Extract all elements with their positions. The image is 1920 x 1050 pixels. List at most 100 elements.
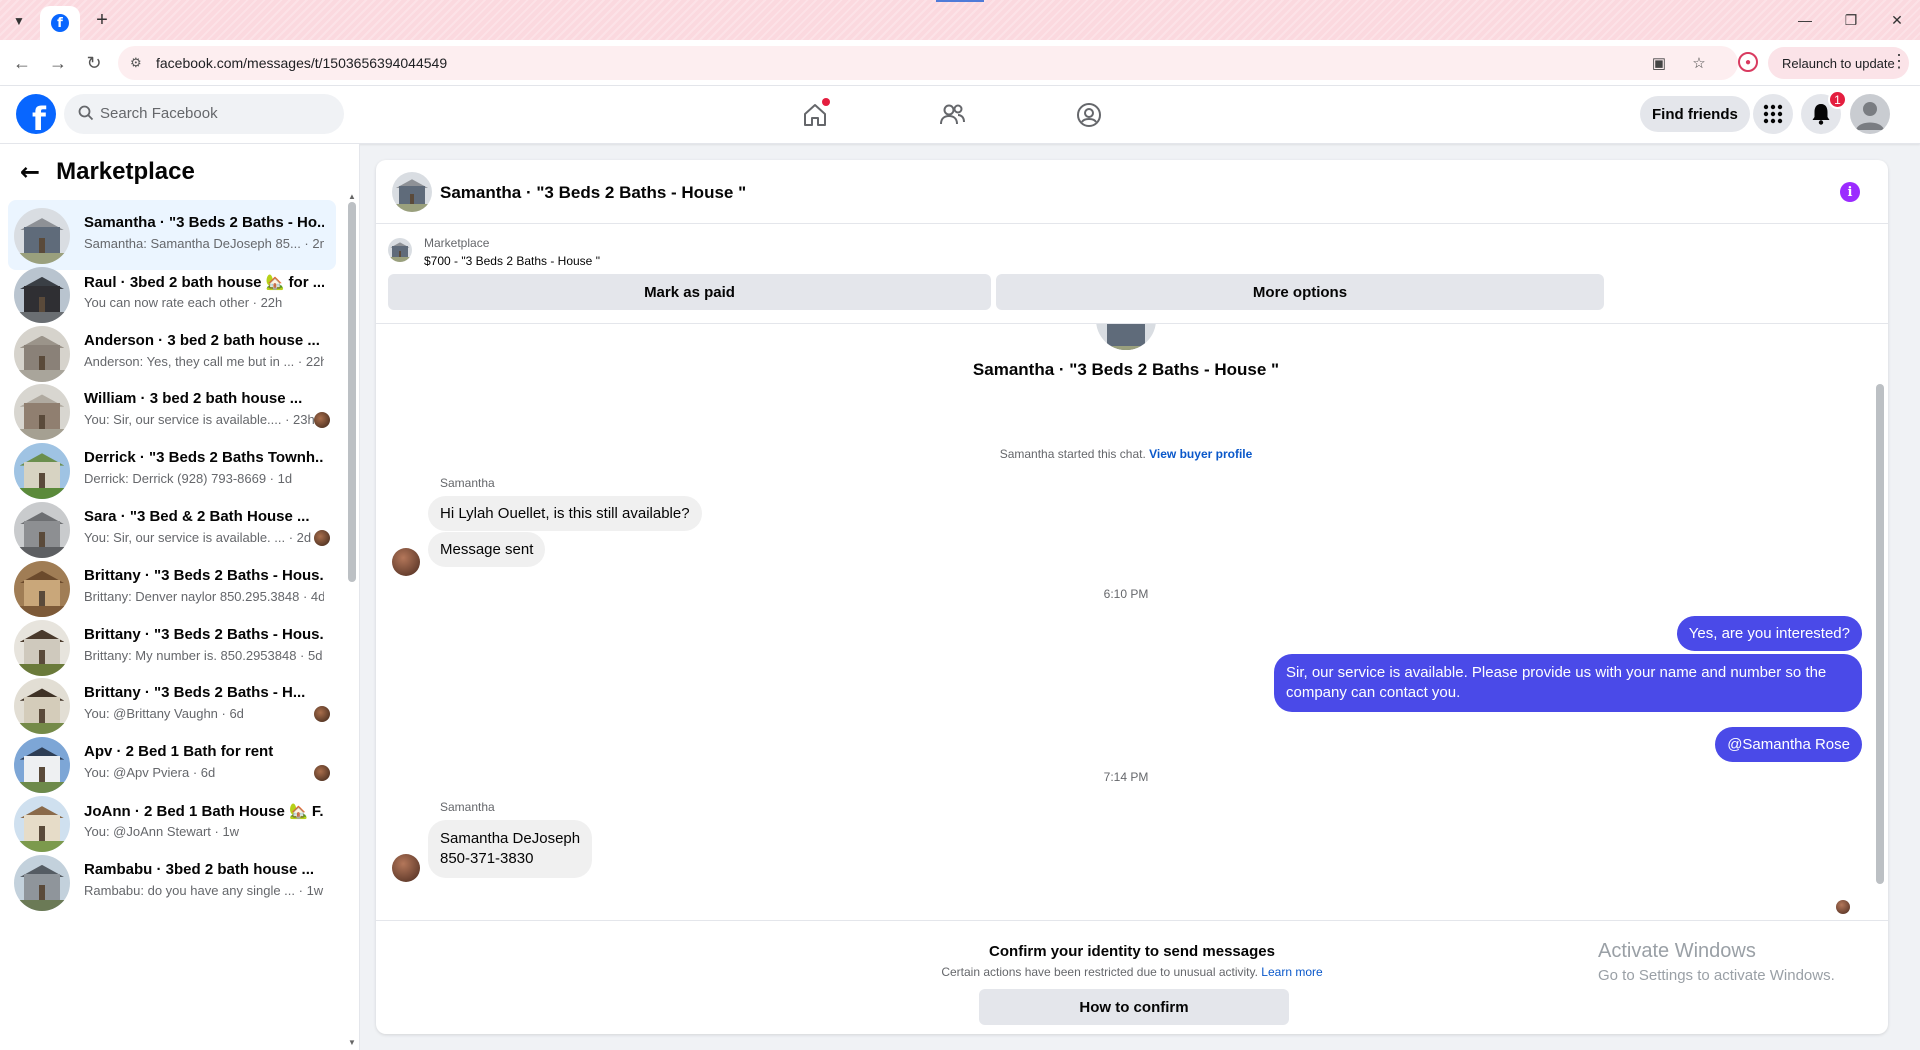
find-friends-label: Find friends bbox=[1652, 105, 1738, 123]
samantha-avatar[interactable] bbox=[392, 548, 420, 576]
learn-more-link[interactable]: Learn more bbox=[1261, 965, 1322, 979]
outgoing-message[interactable]: Yes, are you interested? bbox=[1676, 616, 1862, 651]
bookmark-star-icon[interactable]: ☆ bbox=[1688, 53, 1710, 73]
confirm-subtitle-text: Certain actions have been restricted due… bbox=[941, 965, 1258, 979]
listing-thumbnail bbox=[14, 560, 70, 617]
house-thumbnail-image bbox=[14, 208, 70, 264]
samantha-avatar[interactable] bbox=[392, 854, 420, 882]
incoming-message[interactable]: Samantha DeJoseph 850-371-3830 bbox=[428, 820, 593, 878]
find-friends-button[interactable]: Find friends bbox=[1640, 96, 1750, 132]
friends-nav-icon[interactable] bbox=[935, 98, 969, 132]
chrome-profile-icon[interactable]: ● bbox=[1738, 52, 1758, 72]
menu-grid-icon[interactable] bbox=[1753, 94, 1793, 134]
chat-panel: Samantha · "3 Beds 2 Baths - House " i M… bbox=[376, 160, 1888, 1034]
listing-thumbnail[interactable] bbox=[388, 238, 412, 262]
incoming-message[interactable]: Hi Lylah Ouellet, is this still availabl… bbox=[428, 496, 702, 531]
message-thread[interactable]: Samantha · "3 Beds 2 Baths - House " Sam… bbox=[376, 324, 1888, 920]
back-arrow-icon[interactable]: ← bbox=[10, 51, 34, 75]
tab-search-chevron-icon[interactable]: ▼ bbox=[8, 10, 30, 32]
watermark-line-2: Go to Settings to activate Windows. bbox=[1598, 967, 1835, 984]
relaunch-label: Relaunch to update bbox=[1782, 55, 1895, 71]
house-thumbnail-image bbox=[1096, 324, 1156, 350]
marketplace-listing-bar: Marketplace $700 - "3 Beds 2 Baths - Hou… bbox=[376, 224, 1888, 324]
listing-thumbnail bbox=[14, 443, 70, 500]
activate-windows-watermark: Activate Windows Go to Settings to activ… bbox=[1598, 940, 1835, 984]
how-to-confirm-button[interactable]: How to confirm bbox=[979, 989, 1289, 1025]
listing-price[interactable]: $700 - "3 Beds 2 Baths - House " bbox=[424, 254, 600, 268]
conversation-preview: Samantha: Samantha DeJoseph 85... · 2m bbox=[84, 236, 324, 251]
address-bar[interactable]: ⚙ facebook.com/messages/t/15036563940445… bbox=[118, 46, 1738, 80]
conversation-preview: Brittany: My number is. 850.2953848 · 5d bbox=[84, 647, 323, 663]
conversation-item[interactable]: Rambabu · 3bed 2 bath house ... Rambabu: … bbox=[8, 847, 336, 917]
conversation-title: Samantha · "3 Beds 2 Baths - Ho... bbox=[84, 214, 324, 231]
back-arrow-icon[interactable]: ← bbox=[20, 158, 40, 186]
scroll-down-arrow-icon[interactable]: ▼ bbox=[348, 1038, 356, 1047]
reload-icon[interactable]: ↻ bbox=[82, 51, 106, 75]
browser-tab-facebook[interactable]: f bbox=[40, 6, 80, 40]
listing-thumbnail bbox=[14, 208, 70, 264]
mark-as-paid-label: Mark as paid bbox=[644, 283, 735, 301]
search-facebook-input[interactable]: Search Facebook bbox=[64, 94, 344, 134]
conversation-title: Raul · 3bed 2 bath house 🏡 for ... bbox=[84, 273, 324, 291]
message-line: Samantha DeJoseph bbox=[440, 830, 581, 847]
conversation-title: Derrick · "3 Beds 2 Baths Townh... bbox=[84, 449, 324, 467]
chrome-menu-icon[interactable]: ⋮ bbox=[1890, 51, 1908, 72]
more-options-button[interactable]: More options bbox=[996, 274, 1604, 310]
read-receipt-avatar bbox=[314, 530, 330, 546]
groups-nav-icon[interactable] bbox=[1072, 98, 1106, 132]
close-window-icon[interactable]: ✕ bbox=[1882, 8, 1912, 32]
restore-icon[interactable]: ❐ bbox=[1836, 8, 1866, 32]
notification-count-badge: 1 bbox=[1828, 90, 1847, 109]
house-thumbnail-image bbox=[14, 737, 70, 794]
new-tab-plus-icon[interactable]: + bbox=[90, 8, 114, 32]
conversation-preview: You can now rate each other · 22h bbox=[84, 294, 283, 310]
search-placeholder: Search Facebook bbox=[100, 105, 218, 122]
conversation-preview: You: Sir, our service is available.... ·… bbox=[84, 412, 315, 428]
read-receipt-avatar bbox=[314, 765, 330, 782]
house-thumbnail-image bbox=[14, 619, 70, 676]
mark-as-paid-button[interactable]: Mark as paid bbox=[388, 274, 991, 310]
read-receipt-avatar bbox=[314, 706, 330, 723]
conversation-title: Apv · 2 Bed 1 Bath for rent bbox=[84, 743, 274, 761]
conversation-title: Sara · "3 Bed & 2 Bath House ... bbox=[84, 508, 310, 525]
how-to-confirm-label: How to confirm bbox=[1079, 998, 1189, 1016]
listing-thumbnail bbox=[14, 325, 70, 382]
home-nav-icon[interactable] bbox=[798, 98, 832, 132]
chat-title[interactable]: Samantha · "3 Beds 2 Baths - House " bbox=[440, 183, 746, 203]
conversation-title: William · 3 bed 2 bath house ... bbox=[84, 390, 303, 408]
read-receipt-avatar bbox=[314, 412, 330, 429]
facebook-top-nav: f Search Facebook Find friends 1 bbox=[0, 86, 1920, 144]
site-info-icon[interactable]: ⚙ bbox=[130, 55, 146, 71]
view-buyer-profile-link[interactable]: View buyer profile bbox=[1149, 447, 1252, 461]
marketplace-header: ← Marketplace bbox=[20, 158, 195, 186]
conversation-title: Brittany · "3 Beds 2 Baths - Hous... bbox=[84, 625, 324, 643]
sidebar-scrollbar[interactable] bbox=[348, 202, 356, 582]
forward-arrow-icon[interactable]: → bbox=[46, 51, 70, 75]
listing-thumbnail bbox=[14, 796, 70, 852]
facebook-logo-icon[interactable]: f bbox=[16, 94, 56, 134]
minimize-icon[interactable]: — bbox=[1790, 8, 1820, 32]
chat-header: Samantha · "3 Beds 2 Baths - House " i bbox=[376, 160, 1888, 224]
sender-name: Samantha bbox=[440, 800, 495, 814]
conversation-preview: Anderson: Yes, they call me but in ... ·… bbox=[84, 353, 324, 369]
chat-listing-thumbnail[interactable] bbox=[392, 172, 432, 212]
home-notification-dot bbox=[822, 98, 830, 106]
account-avatar[interactable] bbox=[1850, 94, 1890, 134]
incoming-message[interactable]: Message sent bbox=[428, 532, 546, 567]
conversation-title: Rambabu · 3bed 2 bath house ... bbox=[84, 860, 315, 878]
info-icon[interactable]: i bbox=[1840, 182, 1860, 202]
relaunch-to-update-button[interactable]: Relaunch to update bbox=[1768, 47, 1909, 79]
loading-indicator bbox=[936, 0, 984, 2]
conversation-title: JoAnn · 2 Bed 1 Bath House 🏡 F... bbox=[84, 803, 324, 820]
outgoing-message[interactable]: @Samantha Rose bbox=[1715, 727, 1862, 762]
more-options-label: More options bbox=[1252, 283, 1348, 301]
marketplace-label: Marketplace bbox=[424, 236, 490, 250]
listing-thumbnail bbox=[14, 854, 70, 911]
sender-name: Samantha bbox=[440, 476, 495, 490]
conversation-preview: You: @JoAnn Stewart · 1w bbox=[84, 824, 240, 839]
house-thumbnail-image bbox=[14, 443, 70, 500]
scroll-up-arrow-icon[interactable]: ▲ bbox=[348, 192, 356, 201]
install-app-icon[interactable]: ▣ bbox=[1648, 53, 1670, 73]
thread-scrollbar[interactable] bbox=[1876, 384, 1884, 884]
outgoing-message[interactable]: Sir, our service is available. Please pr… bbox=[1274, 654, 1862, 712]
